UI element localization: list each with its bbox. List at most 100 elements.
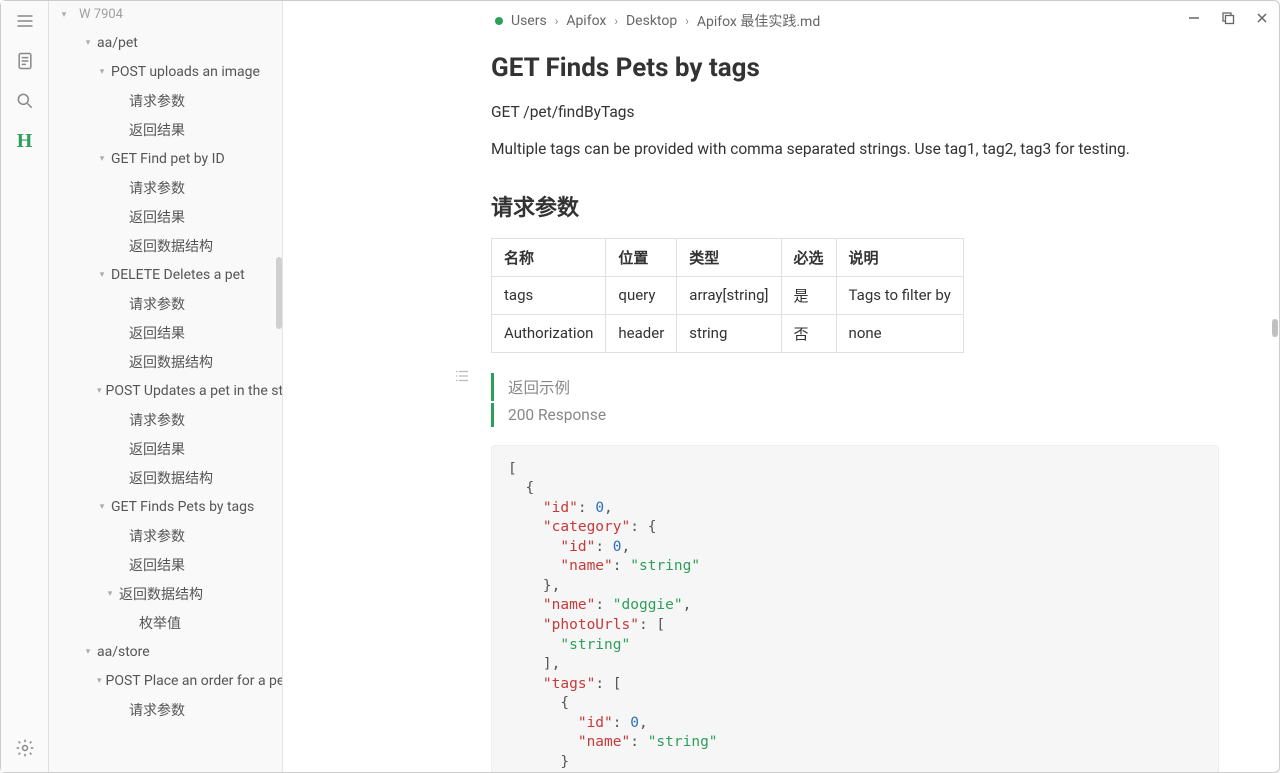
tree-item-label: POST Updates a pet in the store wi xyxy=(106,383,282,399)
toc-item[interactable]: 200 Response xyxy=(491,403,1219,427)
tree-item-label: 请求参数 xyxy=(129,91,185,111)
table-cell: 是 xyxy=(781,276,836,314)
tree-item[interactable]: 返回数据结构 xyxy=(49,347,282,376)
content-scrollbar[interactable] xyxy=(1272,319,1278,337)
table-cell: 否 xyxy=(781,314,836,352)
tree-item[interactable]: 返回结果 xyxy=(49,550,282,579)
breadcrumb[interactable]: Users›Apifox›Desktop›Apifox 最佳实践.md xyxy=(495,11,820,31)
chevron-right-icon: › xyxy=(555,14,559,28)
title-bar: Users›Apifox›Desktop›Apifox 最佳实践.md xyxy=(283,1,1279,41)
tree-item-label: 请求参数 xyxy=(129,410,185,430)
caret-icon: ▾ xyxy=(97,270,107,280)
caret-icon: ▾ xyxy=(97,154,107,164)
tree-item-label: 返回结果 xyxy=(129,323,185,343)
sidebar: ▾ W 7904 ▾aa/pet▾POST uploads an image请求… xyxy=(49,1,283,772)
tree-item-label: 返回数据结构 xyxy=(129,468,213,488)
tree-item[interactable]: ▾ POST Updates a pet in the store wi xyxy=(49,376,282,405)
activity-bar: H xyxy=(1,1,49,772)
tree-item-label: 请求参数 xyxy=(129,526,185,546)
modified-dot-icon xyxy=(495,17,503,25)
tree-item[interactable]: 请求参数 xyxy=(49,289,282,318)
heading-icon[interactable]: H xyxy=(13,129,37,153)
table-cell: none xyxy=(836,314,963,352)
table-cell: string xyxy=(677,314,781,352)
tree-item-label: POST uploads an image xyxy=(111,64,260,80)
caret-icon: ▾ xyxy=(97,676,102,686)
tree-item-label: 枚举值 xyxy=(139,613,181,633)
table-header: 类型 xyxy=(677,238,781,276)
tree-item-label: 返回结果 xyxy=(129,555,185,575)
document-content: GET Finds Pets by tags GET /pet/findByTa… xyxy=(283,41,1279,772)
tree-item[interactable]: 返回结果 xyxy=(49,115,282,144)
tree-item[interactable]: 请求参数 xyxy=(49,521,282,550)
tree-item-label: DELETE Deletes a pet xyxy=(111,267,245,283)
tree-item[interactable]: 请求参数 xyxy=(49,86,282,115)
tree-item[interactable]: ▾ POST uploads an image xyxy=(49,57,282,86)
tree-item[interactable]: 枚举值 xyxy=(49,608,282,637)
tree-item-label: GET Find pet by ID xyxy=(111,151,225,167)
sidebar-scrollbar[interactable] xyxy=(276,257,282,329)
breadcrumb-segment[interactable]: Apifox 最佳实践.md xyxy=(697,11,820,31)
outline-tree: ▾aa/pet▾POST uploads an image请求参数返回结果▾GE… xyxy=(49,28,282,772)
tree-item-label: 请求参数 xyxy=(129,178,185,198)
caret-icon: ▾ xyxy=(97,502,107,512)
tree-item[interactable]: ▾ DELETE Deletes a pet xyxy=(49,260,282,289)
tree-item-label: 返回数据结构 xyxy=(129,352,213,372)
settings-icon[interactable] xyxy=(13,736,37,760)
tree-item-label: 请求参数 xyxy=(129,294,185,314)
table-cell: query xyxy=(606,276,677,314)
caret-icon: ▾ xyxy=(83,38,93,48)
code-block: [ { "id": 0, "category": { "id": 0, "nam… xyxy=(491,445,1219,773)
table-cell: tags xyxy=(492,276,606,314)
caret-icon: ▾ xyxy=(97,67,107,77)
chevron-down-icon: ▾ xyxy=(59,10,69,20)
table-header: 必选 xyxy=(781,238,836,276)
table-row: tagsqueryarray[string]是Tags to filter by xyxy=(492,276,964,314)
tree-item[interactable]: ▾ GET Find pet by ID xyxy=(49,144,282,173)
tree-item[interactable]: ▾返回数据结构 xyxy=(49,579,282,608)
tree-item-label: POST Place an order for a pet xyxy=(106,673,282,689)
breadcrumb-segment[interactable]: Desktop xyxy=(626,13,677,29)
tree-item[interactable]: ▾aa/pet xyxy=(49,28,282,57)
breadcrumb-segment[interactable]: Users xyxy=(511,13,547,29)
tree-item[interactable]: 请求参数 xyxy=(49,405,282,434)
description: Multiple tags can be provided with comma… xyxy=(491,138,1219,161)
document-icon[interactable] xyxy=(13,49,37,73)
params-heading: 请求参数 xyxy=(491,190,1219,222)
tree-item-label: 返回结果 xyxy=(129,207,185,227)
tree-item[interactable]: 返回数据结构 xyxy=(49,463,282,492)
search-icon[interactable] xyxy=(13,89,37,113)
chevron-right-icon: › xyxy=(614,14,618,28)
tree-item[interactable]: ▾ POST Place an order for a pet xyxy=(49,666,282,695)
outline-toggle-icon[interactable] xyxy=(453,367,471,389)
caret-icon: ▾ xyxy=(83,647,93,657)
caret-icon: ▾ xyxy=(105,589,115,599)
close-button[interactable] xyxy=(1253,9,1271,27)
table-header: 名称 xyxy=(492,238,606,276)
tree-item[interactable]: 返回结果 xyxy=(49,434,282,463)
maximize-button[interactable] xyxy=(1219,9,1237,27)
tab-label: W 7904 xyxy=(79,7,123,22)
minimize-button[interactable] xyxy=(1185,9,1203,27)
tree-item-label: 返回结果 xyxy=(129,120,185,140)
tree-item[interactable]: ▾GET Finds Pets by tags xyxy=(49,492,282,521)
toc-item[interactable]: 返回示例 xyxy=(491,373,1219,401)
breadcrumb-segment[interactable]: Apifox xyxy=(566,13,606,29)
caret-icon: ▾ xyxy=(97,386,102,396)
tree-item-label: aa/store xyxy=(97,644,150,660)
params-table: 名称位置类型必选说明 tagsqueryarray[string]是Tags t… xyxy=(491,238,964,353)
endpoint-line: GET /pet/findByTags xyxy=(491,101,1219,124)
tree-item[interactable]: 返回数据结构 xyxy=(49,231,282,260)
tree-item[interactable]: 请求参数 xyxy=(49,173,282,202)
table-header: 说明 xyxy=(836,238,963,276)
tree-item[interactable]: 返回结果 xyxy=(49,202,282,231)
sidebar-tab[interactable]: ▾ W 7904 xyxy=(49,1,282,28)
menu-icon[interactable] xyxy=(13,9,37,33)
tree-item[interactable]: 请求参数 xyxy=(49,695,282,724)
tree-item-label: 请求参数 xyxy=(129,700,185,720)
tree-item[interactable]: 返回结果 xyxy=(49,318,282,347)
tree-item-label: 返回结果 xyxy=(129,439,185,459)
table-cell: Tags to filter by xyxy=(836,276,963,314)
tree-item[interactable]: ▾ aa/store xyxy=(49,637,282,666)
tree-item-label: 返回数据结构 xyxy=(129,236,213,256)
